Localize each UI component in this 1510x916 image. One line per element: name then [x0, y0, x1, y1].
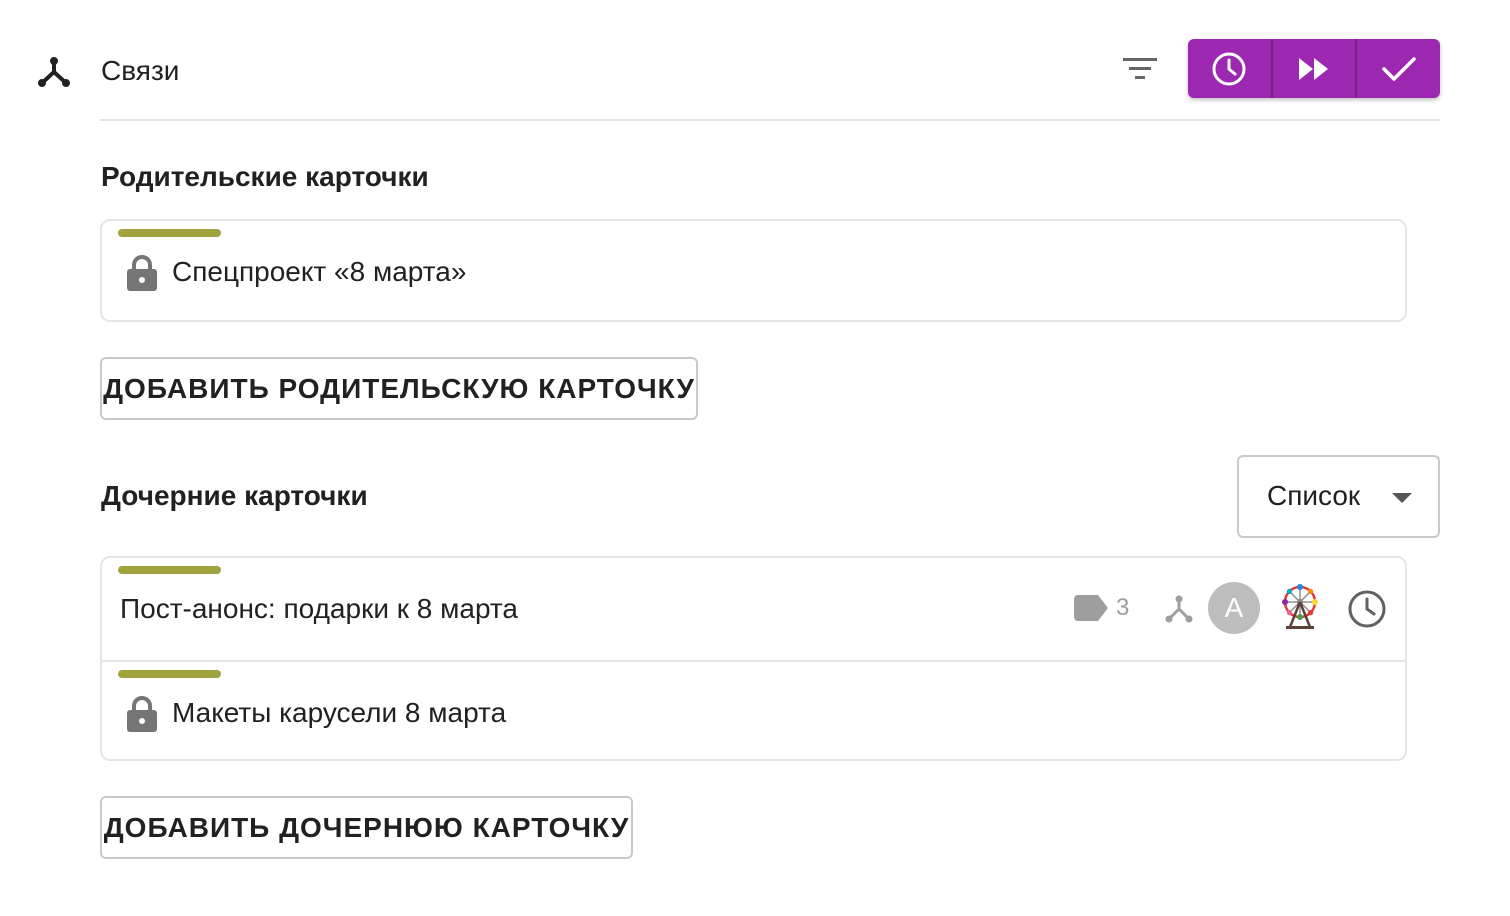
header-divider — [100, 119, 1440, 121]
schedule-button[interactable] — [1188, 39, 1273, 98]
child-card[interactable]: Макеты карусели 8 марта — [102, 660, 1405, 762]
card-color-strip — [118, 566, 221, 574]
fast-forward-icon — [1299, 57, 1328, 80]
card-title: Макеты карусели 8 марта — [172, 697, 507, 728]
parent-card[interactable]: Спецпроект «8 марта» — [102, 221, 1405, 323]
relations-icon — [38, 57, 70, 87]
card-title: Спецпроект «8 марта» — [172, 256, 467, 287]
parent-cards-list: Спецпроект «8 марта» — [100, 219, 1407, 322]
card-actions-button-group — [1188, 39, 1440, 98]
child-cards-list: Пост-анонс: подарки к 8 марта 3 A Макеты… — [100, 556, 1407, 761]
clock-icon — [1212, 52, 1246, 85]
complete-button[interactable] — [1357, 39, 1440, 98]
card-color-strip — [118, 229, 221, 237]
view-mode-select[interactable]: Список — [1237, 455, 1440, 538]
add-parent-card-button[interactable]: ДОБАВИТЬ РОДИТЕЛЬСКУЮ КАРТОЧКУ — [100, 357, 698, 420]
child-card[interactable]: Пост-анонс: подарки к 8 марта 3 A — [102, 558, 1405, 660]
child-cards-heading: Дочерние карточки — [101, 480, 368, 511]
tag-count: 3 — [1116, 594, 1130, 621]
lock-icon — [127, 696, 157, 732]
relations-panel: Связи Родительские карточки Спецпроект «… — [0, 0, 1510, 916]
next-stage-button[interactable] — [1273, 39, 1358, 98]
check-icon — [1381, 56, 1416, 81]
ferris-wheel-icon — [1282, 584, 1318, 629]
parent-cards-heading: Родительские карточки — [101, 161, 429, 192]
filter-icon[interactable] — [1120, 52, 1160, 86]
relations-icon — [1165, 595, 1193, 623]
assignee-avatar[interactable]: A — [1208, 582, 1260, 634]
section-title: Связи — [101, 55, 180, 86]
tag-icon — [1074, 595, 1108, 621]
view-mode-value: Список — [1267, 480, 1361, 511]
card-color-strip — [118, 670, 221, 678]
lock-icon — [127, 255, 157, 291]
caret-down-icon — [1392, 493, 1412, 503]
add-child-card-button[interactable]: ДОБАВИТЬ ДОЧЕРНЮЮ КАРТОЧКУ — [100, 796, 633, 859]
card-title: Пост-анонс: подарки к 8 марта — [120, 593, 518, 624]
clock-icon[interactable] — [1346, 588, 1388, 630]
